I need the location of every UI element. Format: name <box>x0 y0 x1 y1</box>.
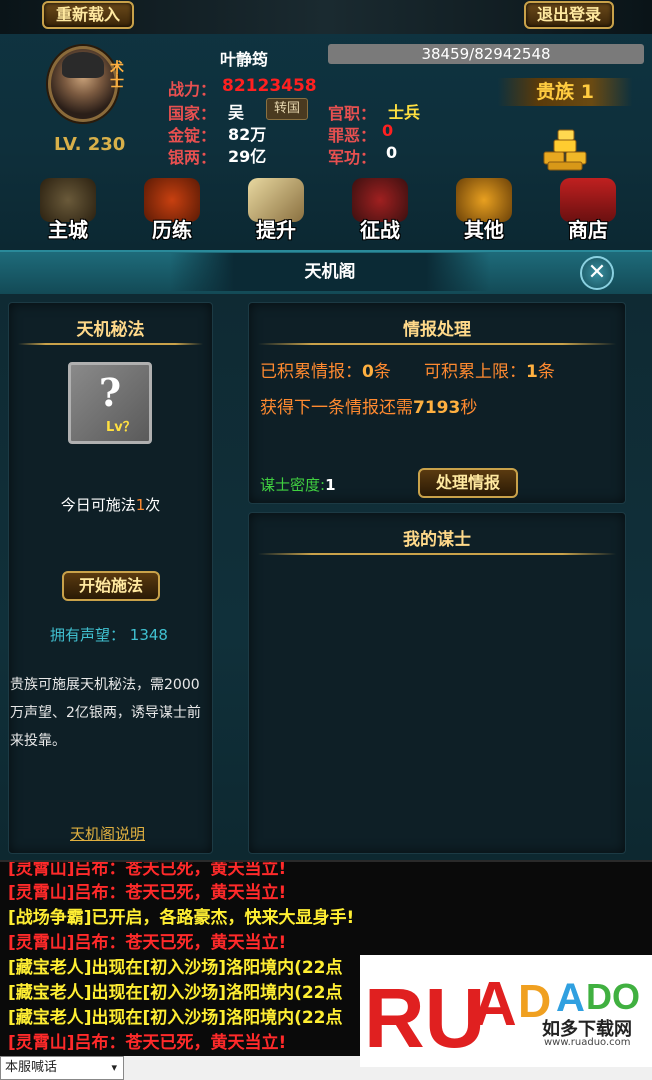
desc-line: 贵族可施展天机秘法，需2000 <box>10 677 200 693</box>
nav-main-city[interactable]: 主城 <box>28 178 108 244</box>
svg-text:A: A <box>556 976 585 1020</box>
logout-button[interactable]: 退出登录 <box>524 1 614 29</box>
limit-label: 可积累上限： <box>424 362 526 382</box>
process-intel-button[interactable]: 处理情报 <box>418 468 518 498</box>
silver-value: 29亿 <box>228 147 267 166</box>
desc-line: 来投靠。 <box>10 733 66 749</box>
merit-label: 军功： <box>328 148 377 167</box>
silver-label: 银两： <box>168 148 217 167</box>
question-icon: ? <box>98 370 122 415</box>
nav-label: 商店 <box>568 218 608 242</box>
nav-other[interactable]: 其他 <box>444 178 524 244</box>
reputation-label: 拥有声望： <box>50 626 126 644</box>
chat-channel-value: 本服喊话 <box>5 1060 58 1075</box>
divider <box>18 343 203 345</box>
merit-value: 0 <box>386 143 398 162</box>
next-prefix: 获得下一条情报还需 <box>260 398 413 418</box>
nav-label: 历练 <box>152 218 192 242</box>
nav-label: 其他 <box>464 218 504 242</box>
noble-badge[interactable]: 贵族 1 <box>498 78 632 106</box>
next-value: 7193 <box>413 398 461 418</box>
nav-label: 征战 <box>360 218 400 242</box>
exp-text: 38459/82942548 <box>421 45 551 63</box>
transfer-country-button[interactable]: 转国 <box>266 98 308 120</box>
power-value: 82123458 <box>222 76 317 96</box>
secret-art-description: 贵族可施展天机秘法，需2000 万声望、2亿银两，诱导谋士前 来投靠。 <box>10 671 210 755</box>
intel-accumulated: 已积累情报：0条 <box>260 357 391 382</box>
accum-label: 已积累情报： <box>260 362 362 382</box>
intel-limit: 可积累上限：1条 <box>424 357 555 382</box>
watermark-logo: RU A D A DO 如多下载网 www.ruaduo.com <box>360 955 652 1067</box>
intel-title: 情报处理 <box>403 320 471 340</box>
panel-title: 天机阁 <box>304 262 356 282</box>
chat-channel-select[interactable]: 本服喊话 ▾ <box>0 1056 124 1080</box>
ruaduo-logo-icon: RU A D A DO <box>364 970 640 1065</box>
today-prefix: 今日可施法 <box>60 496 136 514</box>
gold-ingot-icon[interactable] <box>540 128 592 174</box>
gold-value: 82万 <box>228 125 267 144</box>
density-value: 1 <box>325 476 336 494</box>
class-tag: 术士 <box>108 60 124 88</box>
density-label: 谋士密度: <box>260 476 326 494</box>
close-button[interactable]: ✕ <box>580 256 614 290</box>
gold-label: 金锭： <box>168 126 217 145</box>
player-name: 叶静筠 <box>220 50 269 69</box>
watermark-url: www.ruaduo.com <box>544 1037 631 1048</box>
nav-label: 主城 <box>48 218 88 242</box>
divider <box>258 553 616 555</box>
crime-label: 罪恶： <box>328 126 377 145</box>
help-link[interactable]: 天机阁说明 <box>70 823 145 844</box>
today-count: 1 <box>135 496 146 514</box>
my-advisors-title: 我的谋士 <box>403 530 471 550</box>
rank-label: 官职： <box>328 104 377 123</box>
reputation: 拥有声望： 1348 <box>50 624 168 645</box>
accum-value: 0 <box>362 362 374 382</box>
nav-training[interactable]: 历练 <box>132 178 212 244</box>
svg-text:DO: DO <box>586 976 640 1017</box>
svg-text:A: A <box>472 970 517 1039</box>
accum-unit: 条 <box>373 362 391 382</box>
desc-line: 万声望、2亿银两，诱导谋士前 <box>10 705 201 721</box>
chat-line: [灵霄山]吕布：苍天已死，黄天当立! <box>8 1033 287 1053</box>
mystery-level: Lv？ <box>106 420 136 435</box>
advisor-density: 谋士密度:1 <box>260 474 336 495</box>
start-cast-button[interactable]: 开始施法 <box>62 571 160 601</box>
country-label: 国家： <box>168 104 217 123</box>
divider <box>258 343 616 345</box>
reputation-value: 1348 <box>129 626 168 644</box>
power-label: 战力： <box>168 80 217 99</box>
svg-text:RU: RU <box>364 971 485 1065</box>
player-level: LV. 230 <box>54 134 126 155</box>
chat-line: [灵霄山]吕布：苍天已死，黄天当立! <box>8 883 287 903</box>
chevron-down-icon: ▾ <box>111 1061 117 1074</box>
today-suffix: 次 <box>145 496 161 514</box>
nav-upgrade[interactable]: 提升 <box>236 178 316 244</box>
chat-line: [藏宝老人]出现在[初入沙场]洛阳境内(22点 <box>8 983 343 1003</box>
chat-line: [战场争霸]已开启，各路豪杰，快来大显身手! <box>8 908 355 928</box>
reload-button[interactable]: 重新载入 <box>42 1 134 29</box>
country-value: 吴 <box>228 103 245 122</box>
chat-line: [藏宝老人]出现在[初入沙场]洛阳境内(22点 <box>8 958 343 978</box>
chat-line: [灵霄山]吕布：苍天已死，黄天当立! <box>8 933 287 953</box>
nav-label: 提升 <box>256 218 296 242</box>
limit-value: 1 <box>526 362 538 382</box>
avatar-hat <box>62 52 104 78</box>
chat-line: [藏宝老人]出现在[初入沙场]洛阳境内(22点 <box>8 1008 343 1028</box>
nav-shop[interactable]: 商店 <box>548 178 628 244</box>
rank-value: 士兵 <box>388 103 421 122</box>
today-casts: 今日可施法1次 <box>8 494 213 515</box>
crime-value: 0 <box>382 121 394 140</box>
secret-art-title: 天机秘法 <box>76 320 145 340</box>
intel-next-timer: 获得下一条情报还需7193秒 <box>260 393 477 418</box>
next-unit: 秒 <box>460 398 478 418</box>
my-advisors-panel <box>248 512 626 854</box>
nav-battle[interactable]: 征战 <box>340 178 420 244</box>
limit-unit: 条 <box>537 362 555 382</box>
